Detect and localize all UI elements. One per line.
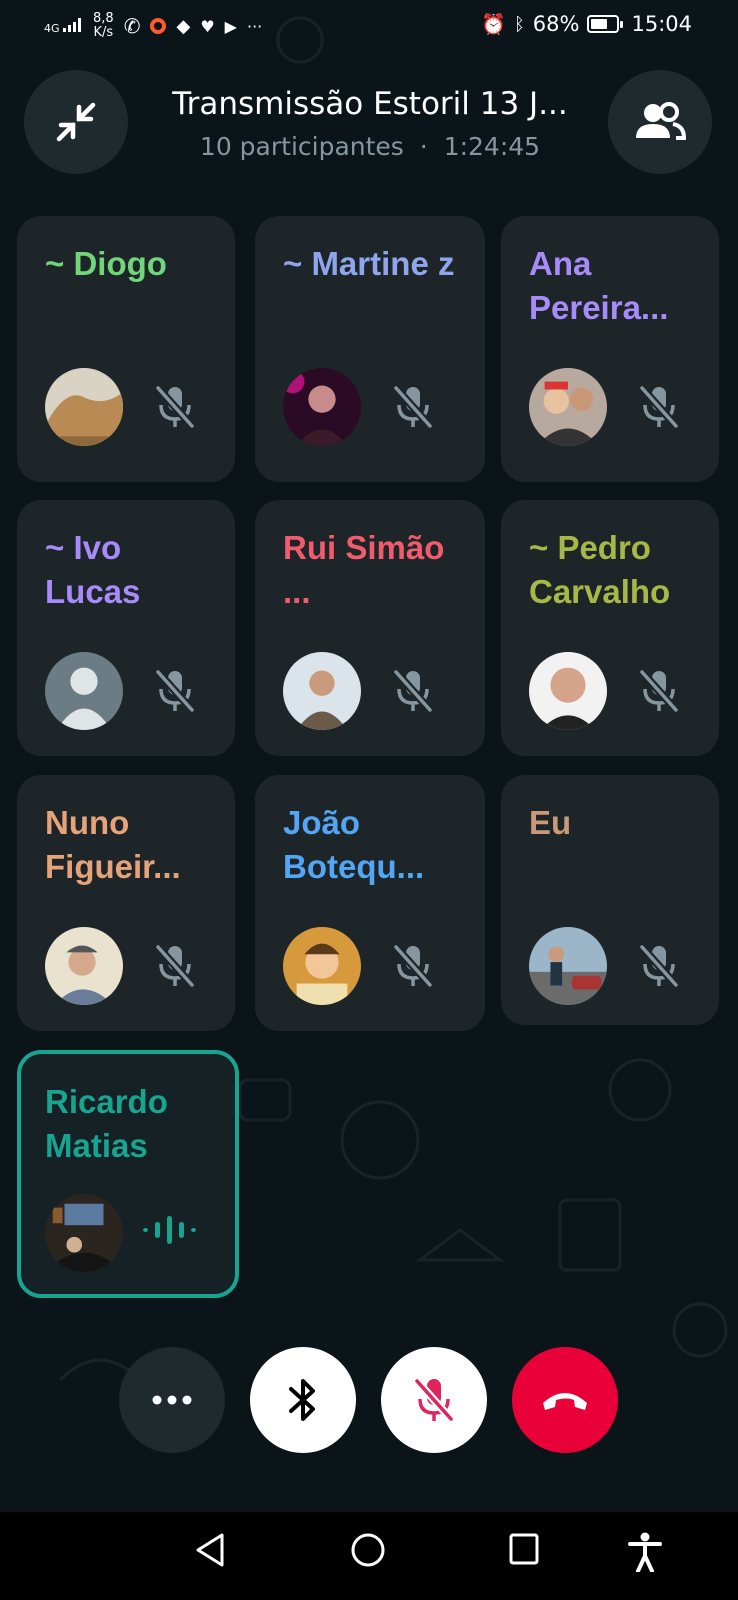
system-nav-bar — [0, 1512, 738, 1600]
participant-count: 10 participantes — [199, 132, 404, 161]
collapse-arrows-icon — [56, 102, 96, 142]
mic-off-icon — [414, 1378, 454, 1422]
participant-avatar — [529, 652, 607, 730]
participant-tile[interactable]: Ricardo Matias — [17, 1050, 239, 1298]
more-options-button[interactable] — [119, 1347, 225, 1453]
bluetooth-status-icon: ᛒ — [513, 13, 525, 35]
participant-avatar — [529, 927, 607, 1005]
call-subtitle: 10 participantes · 1:24:45 — [199, 132, 541, 161]
muted-mic-icon — [393, 669, 433, 713]
participant-name: Eu — [529, 804, 572, 841]
mute-button[interactable] — [381, 1347, 487, 1453]
mic-status — [151, 666, 199, 714]
alarm-icon: ⏰ — [481, 12, 506, 36]
participant-name: ~ Pedro Carvalho — [529, 529, 671, 610]
muted-mic-icon — [639, 944, 679, 988]
participant-name: ~ Diogo — [45, 245, 167, 282]
participant-name: ~ Ivo Lucas — [45, 529, 141, 610]
play-icon: ▶ — [224, 16, 237, 36]
participant-name: Ana Pereira... — [529, 245, 669, 326]
participant-avatar — [45, 927, 123, 1005]
people-icon — [636, 102, 687, 140]
participant-name: Ricardo Matias — [45, 1083, 168, 1164]
muted-mic-icon — [393, 385, 433, 429]
participant-name: ~ Martine z — [283, 245, 455, 282]
participant-tile[interactable]: ~ Ivo Lucas — [17, 500, 235, 756]
participant-tile[interactable]: João Botequ... — [255, 775, 485, 1031]
heart-icon: ♥ — [200, 16, 215, 36]
muted-mic-icon — [155, 944, 195, 988]
participant-avatar — [283, 652, 361, 730]
participant-avatar — [45, 652, 123, 730]
participant-tile[interactable]: Rui Simão ... — [255, 500, 485, 756]
participant-tile[interactable]: ~ Martine z — [255, 216, 485, 482]
participant-name: Rui Simão ... — [283, 529, 445, 610]
muted-mic-icon — [155, 669, 195, 713]
speaking-waveform-icon — [143, 1216, 196, 1244]
hang-up-icon — [543, 1393, 587, 1410]
muted-mic-icon — [639, 385, 679, 429]
battery-percent: 68% — [532, 12, 580, 36]
status-bar: 4G 8,8 K/s ✆ ◆ ♥ ▶ ··· ⏰ ᛒ 68% 15:04 — [0, 0, 738, 56]
mic-status — [389, 666, 437, 714]
bluetooth-icon — [289, 1379, 315, 1421]
minimize-call-button[interactable] — [24, 70, 128, 174]
speaking-indicator — [139, 1214, 199, 1262]
muted-mic-icon — [393, 944, 433, 988]
participant-tile[interactable]: Ana Pereira... — [501, 216, 719, 482]
participant-name: João Botequ... — [283, 804, 425, 885]
recents-icon[interactable] — [508, 1532, 540, 1566]
participant-avatar — [283, 368, 361, 446]
mic-status — [151, 941, 199, 989]
more-dots-icon — [152, 1395, 192, 1405]
call-title: Transmissão Estoril 13 J... — [172, 86, 568, 122]
home-icon[interactable] — [350, 1532, 386, 1568]
battery-icon — [587, 15, 624, 33]
end-call-button[interactable] — [512, 1347, 618, 1453]
mic-status — [389, 382, 437, 430]
mic-status — [389, 941, 437, 989]
mic-status — [635, 941, 683, 989]
diamond-icon: ◆ — [176, 15, 191, 37]
app-notification-icon — [150, 18, 167, 34]
participant-tile[interactable]: Nuno Figueir... — [17, 775, 235, 1031]
participant-avatar — [45, 1194, 123, 1272]
phone-icon: ✆ — [123, 14, 141, 38]
signal-icon: 4G — [44, 17, 83, 35]
back-icon[interactable] — [194, 1532, 226, 1568]
bluetooth-audio-button[interactable] — [250, 1347, 356, 1453]
participants-button[interactable] — [608, 70, 712, 174]
mic-status — [635, 382, 683, 430]
more-notifications-icon: ··· — [246, 16, 263, 36]
network-speed: 8,8 K/s — [93, 11, 114, 40]
muted-mic-icon — [639, 669, 679, 713]
participant-avatar — [283, 927, 361, 1005]
participant-tile[interactable]: Eu — [501, 775, 719, 1025]
mic-status — [635, 666, 683, 714]
participant-avatar — [45, 368, 123, 446]
participant-tile[interactable]: ~ Pedro Carvalho — [501, 500, 719, 756]
mic-status — [151, 382, 199, 430]
muted-mic-icon — [155, 385, 195, 429]
participant-tile[interactable]: ~ Diogo — [17, 216, 235, 482]
call-duration: 1:24:45 — [443, 132, 541, 161]
participant-name: Nuno Figueir... — [45, 804, 181, 885]
accessibility-icon[interactable] — [628, 1532, 662, 1572]
network-label: 4G — [44, 21, 60, 35]
participant-avatar — [529, 368, 607, 446]
clock: 15:04 — [631, 12, 692, 36]
